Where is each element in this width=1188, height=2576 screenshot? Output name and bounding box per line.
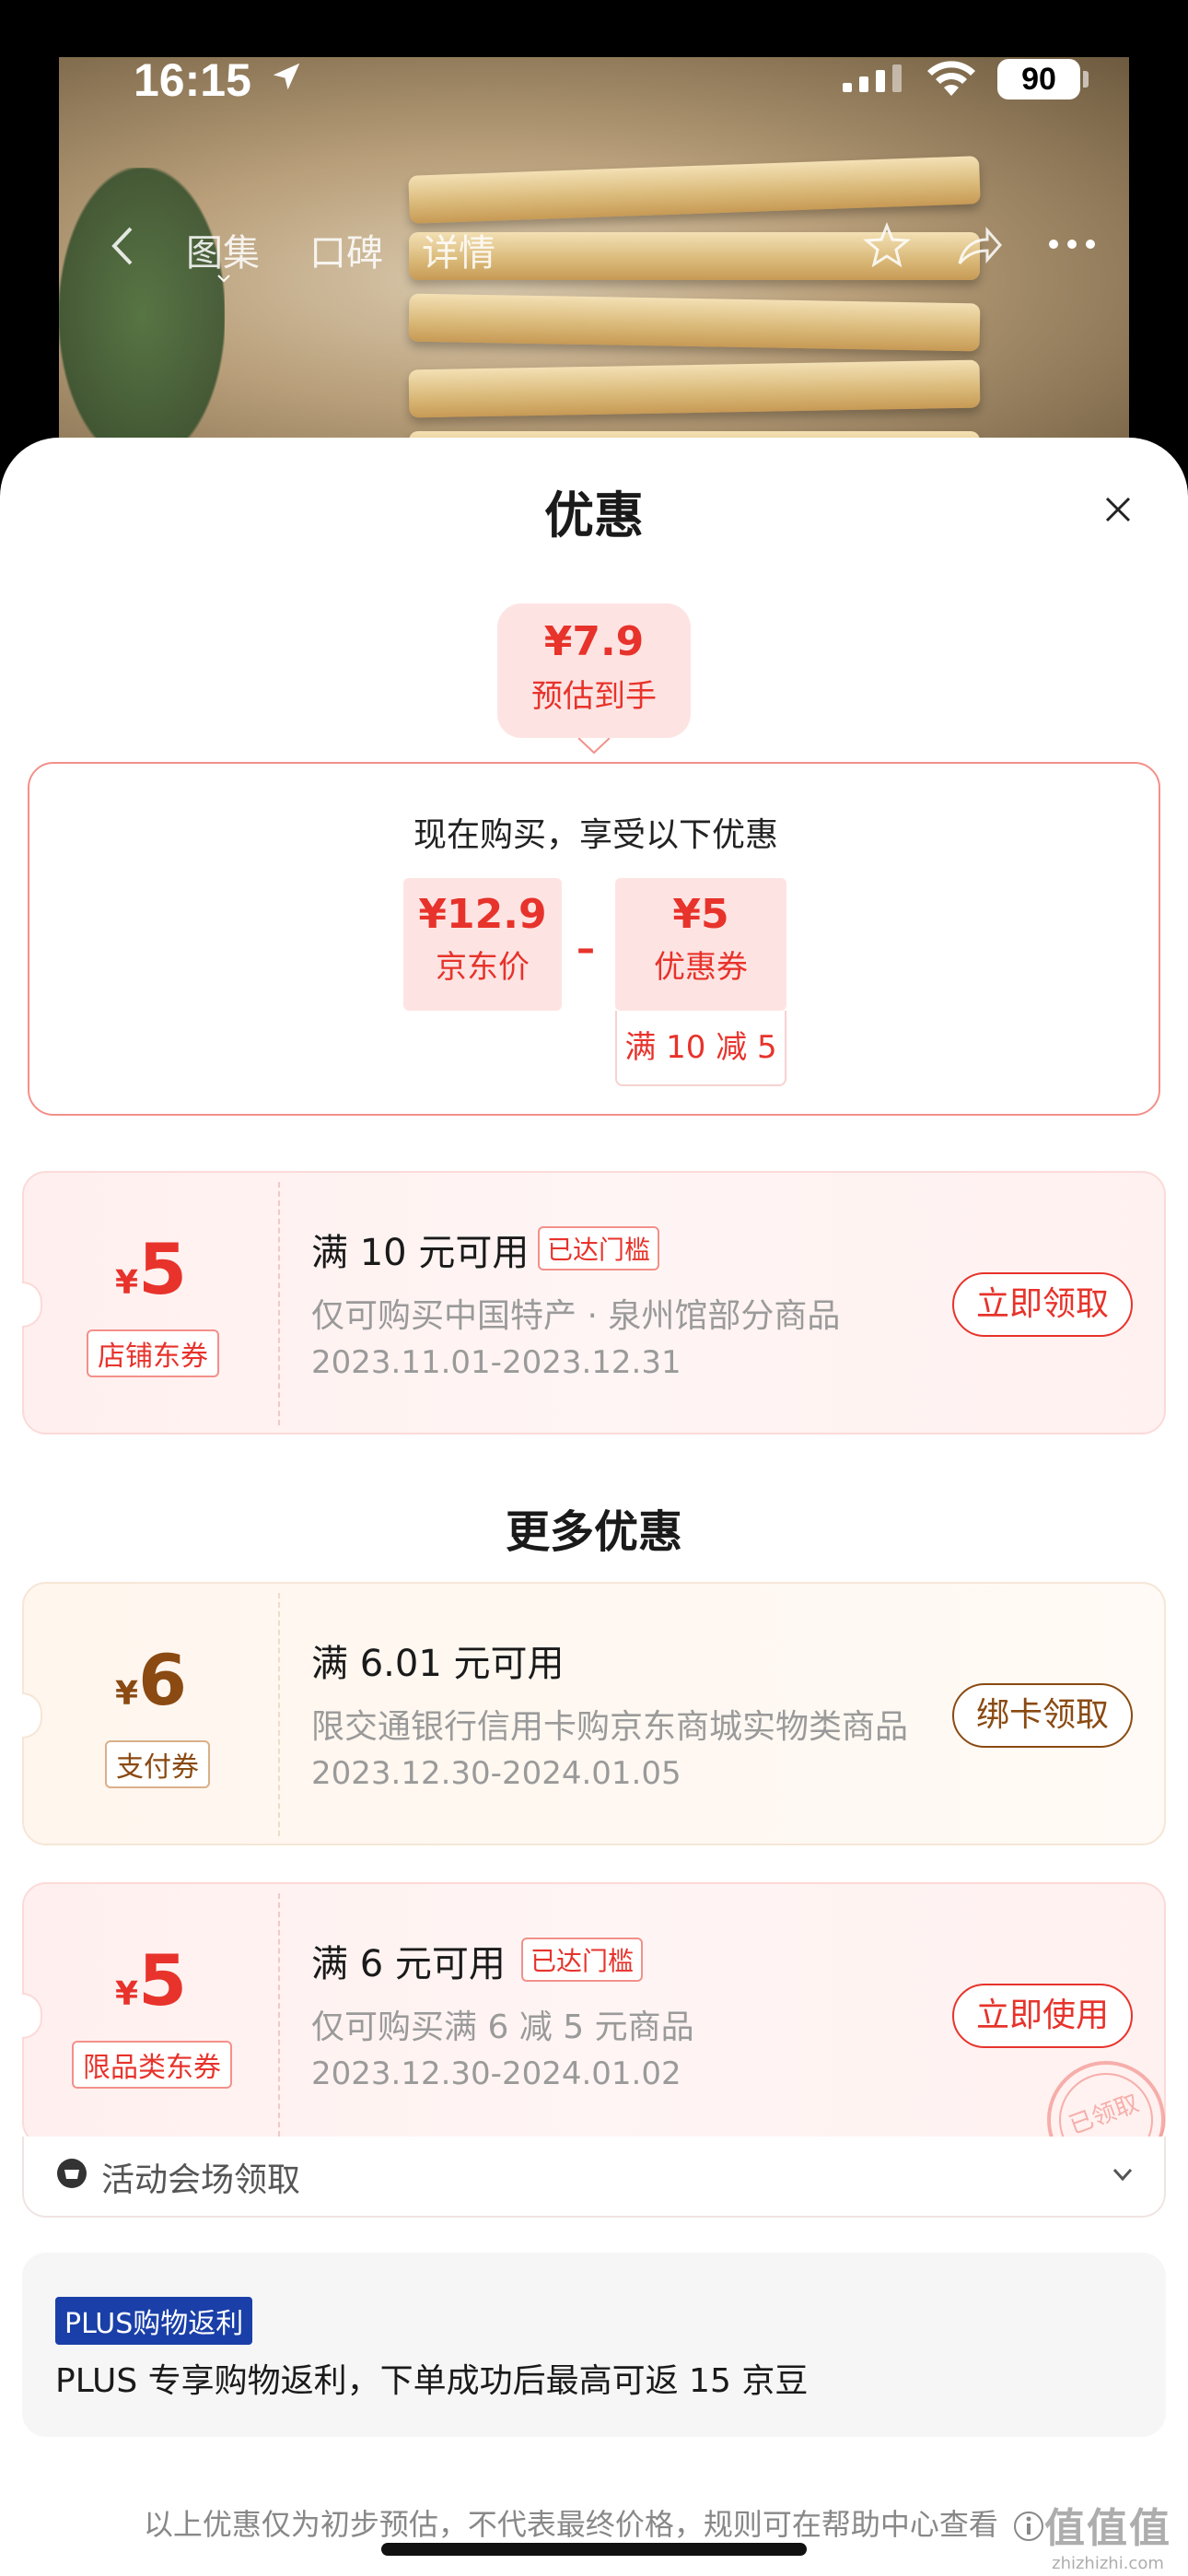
coupon-discount-value: ¥5 [672, 891, 729, 938]
calc-heading: 现在购买，享受以下优惠 [413, 816, 778, 854]
plus-rebate-text: PLUS 专享购物返利，下单成功后最高可返 15 京豆 [55, 2362, 809, 2400]
coupon-currency: ¥ [115, 1264, 139, 1302]
more-offers-title: 更多优惠 [505, 1506, 682, 1558]
coupon-value: 5 [138, 1939, 187, 2021]
coupon-condition: 满 6 元可用 [311, 1943, 506, 1985]
status-bar: 16:15 90 [0, 0, 1188, 157]
tab-gallery[interactable]: 图集 [186, 223, 260, 276]
coupon-card: ¥5 店铺东券 满 10 元可用 已达门槛 仅可购买中国特产 · 泉州馆部分商品… [22, 1171, 1166, 1434]
tab-details[interactable]: 详情 [422, 223, 495, 276]
active-tab-indicator [217, 275, 230, 282]
estimated-price-badge: ¥7.9 预估到手 [497, 603, 691, 738]
claimed-stamp-icon: 已领取 [1047, 2061, 1165, 2148]
location-arrow-icon [273, 63, 300, 90]
coupon-value: 5 [138, 1228, 187, 1310]
coupon-card: ¥6 支付券 满 6.01 元可用 限交通银行信用卡购京东商城实物类商品 202… [22, 1582, 1166, 1845]
coupon-description: 限交通银行信用卡购京东商城实物类商品 [311, 1708, 909, 1746]
bind-card-claim-button[interactable]: 绑卡领取 [952, 1683, 1133, 1748]
coupon-amount: ¥5 [24, 1939, 278, 2021]
sheet-title: 优惠 [544, 486, 644, 544]
coupon-divider [278, 1182, 280, 1425]
venue-icon [57, 2159, 87, 2188]
coupon-condition: 满 10 元可用 [311, 1232, 530, 1274]
jd-price-value: ¥12.9 [418, 891, 547, 938]
coupon-description: 仅可购买中国特产 · 泉州馆部分商品 [311, 1297, 841, 1335]
home-indicator[interactable] [381, 2543, 807, 2556]
coupon-type-tag: 支付券 [105, 1740, 210, 1788]
coupon-validity: 2023.12.30-2024.01.02 [311, 2055, 681, 2092]
discount-sheet: 优惠 ¥7.9 预估到手 现在购买，享受以下优惠 ¥12.9 京东价 – ¥5 … [0, 438, 1188, 2576]
disclaimer-text: 以上优惠仅为初步预估，不代表最终价格，规则可在帮助中心查看 [143, 2507, 998, 2542]
site-watermark: 值值值 zhizhizhi.com [1030, 2495, 1186, 2574]
coupon-divider [278, 1593, 280, 1836]
venue-claim-row[interactable]: 活动会场领取 [22, 2137, 1166, 2218]
coupon-divider [278, 1893, 280, 2137]
coupon-condition: 满 6.01 元可用 [311, 1643, 565, 1685]
coupon-rule: 满 10 减 5 [615, 1011, 786, 1086]
plus-badge: PLUS购物返利 [55, 2297, 253, 2345]
battery-level: 90 [1021, 61, 1056, 97]
favorite-star-icon[interactable] [862, 221, 912, 271]
coupon-amount: ¥6 [24, 1639, 278, 1721]
claim-coupon-button[interactable]: 立即领取 [952, 1272, 1133, 1337]
coupon-validity: 2023.11.01-2023.12.31 [311, 1344, 681, 1381]
coupon-amount: ¥5 [24, 1228, 278, 1310]
minus-sign: – [577, 928, 595, 970]
cracker-layer [408, 293, 981, 352]
coupon-discount-block: ¥5 优惠券 [615, 878, 786, 1011]
coupon-currency: ¥ [115, 1975, 139, 2013]
jd-price-label: 京东价 [436, 949, 530, 986]
wifi-icon [927, 61, 975, 96]
threshold-reached-tag: 已达门槛 [538, 1226, 660, 1270]
use-coupon-button[interactable]: 立即使用 [952, 1984, 1133, 2048]
coupon-type-tag: 限品类东券 [72, 2041, 232, 2089]
product-navbar: 图集 口碑 详情 [59, 203, 1129, 286]
estimated-price: ¥7.9 [543, 618, 645, 665]
coupon-description: 仅可购买满 6 减 5 元商品 [311, 2008, 694, 2046]
venue-claim-label: 活动会场领取 [101, 2161, 301, 2199]
battery-indicator: 90 [997, 59, 1080, 100]
jd-price-block: ¥12.9 京东价 [403, 878, 562, 1011]
disclaimer-footnote: 以上优惠仅为初步预估，不代表最终价格，规则可在帮助中心查看 [0, 2501, 1188, 2544]
threshold-reached-tag: 已达门槛 [521, 1938, 644, 1982]
coupon-discount-label: 优惠券 [654, 949, 748, 986]
estimated-price-label: 预估到手 [531, 678, 657, 715]
cracker-layer [408, 359, 981, 418]
badge-pointer [578, 738, 610, 755]
battery-tip [1083, 71, 1089, 88]
coupon-validity: 2023.12.30-2024.01.05 [311, 1755, 681, 1792]
watermark-url: zhizhizhi.com [1052, 2554, 1164, 2573]
coupon-card: ¥5 限品类东券 满 6 元可用 已达门槛 仅可购买满 6 减 5 元商品 20… [22, 1882, 1166, 2148]
watermark-logo: 值值值 [1044, 2505, 1171, 2552]
coupon-currency: ¥ [115, 1675, 139, 1713]
close-icon[interactable] [1101, 493, 1135, 526]
price-calculation-box: 现在购买，享受以下优惠 ¥12.9 京东价 – ¥5 优惠券 满 10 减 5 [28, 762, 1160, 1116]
coupon-type-tag: 店铺东券 [87, 1329, 219, 1377]
status-time: 16:15 [134, 54, 251, 106]
cellular-signal-icon [843, 64, 902, 92]
coupon-value: 6 [138, 1639, 187, 1721]
tab-reviews[interactable]: 口碑 [309, 223, 383, 276]
claimed-stamp-text: 已领取 [1066, 2090, 1143, 2140]
chevron-down-icon[interactable] [1109, 2160, 1136, 2188]
back-chevron-icon[interactable] [105, 223, 142, 269]
share-icon[interactable] [954, 223, 1004, 269]
more-icon[interactable] [1046, 230, 1098, 258]
plus-rebate-box: PLUS购物返利 PLUS 专享购物返利，下单成功后最高可返 15 京豆 [22, 2253, 1166, 2437]
